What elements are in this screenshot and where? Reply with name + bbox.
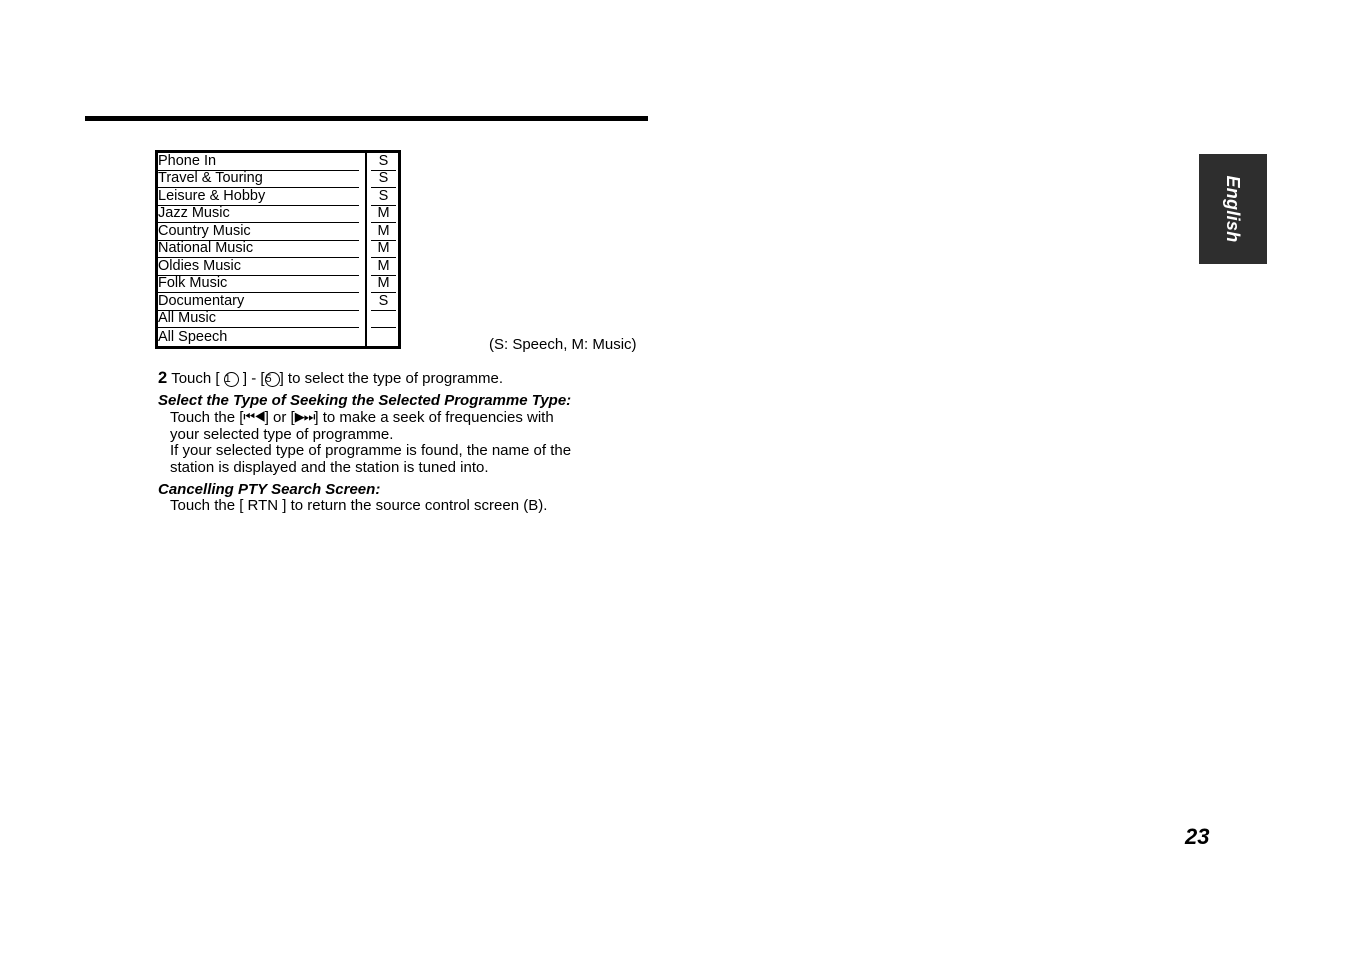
pty-kind-cell: M: [366, 276, 400, 293]
step-2-text-middle: ] - [: [242, 370, 265, 387]
pty-name-text: All Music: [158, 311, 359, 328]
seek-instruction-line-4: station is displayed and the station is …: [170, 458, 489, 476]
pty-kind-cell: M: [366, 258, 400, 276]
pty-name-text: Oldies Music: [158, 258, 359, 276]
table-row: Jazz Music M: [158, 205, 400, 223]
pty-kind-text: S: [371, 171, 396, 188]
section-heading-cancel-pty: Cancelling PTY Search Screen:: [158, 480, 381, 498]
pty-name-cell: Phone In: [158, 153, 367, 171]
pty-name-cell: All Music: [158, 310, 367, 328]
pty-kind-cell: S: [366, 171, 400, 188]
pty-name-text: Folk Music: [158, 276, 359, 293]
table-row: All Music: [158, 310, 400, 328]
pty-name-cell: Documentary: [158, 293, 367, 311]
pty-name-cell: Leisure & Hobby: [158, 188, 367, 206]
seek-instruction-line-2: your selected type of programme.: [170, 425, 394, 443]
step-2-text-before: Touch [: [171, 370, 220, 387]
pty-kind-text: M: [371, 206, 396, 223]
pty-kind-text: S: [371, 153, 396, 171]
pty-kind-cell: [366, 311, 400, 328]
pty-name-text: Travel & Touring: [158, 171, 359, 188]
cancel-instruction-line-1: Touch the [ RTN ] to return the source c…: [170, 497, 548, 515]
seek-line1-part-b: ] or [: [264, 409, 295, 427]
seek-instruction-line-1: Touch the [⏮◀] or [▶⏭] to make a seek of…: [170, 409, 798, 427]
seek-line1-part-c: ] to make a seek of frequencies with: [314, 409, 554, 427]
instructions-block: 2 Touch [ 1 ] - [5] to select the type of…: [158, 370, 798, 515]
step-2-number: 2: [158, 369, 168, 387]
table-row: Phone In S: [158, 153, 400, 171]
circled-number-1-icon: 1: [223, 372, 239, 387]
pty-kind-text: M: [371, 223, 396, 241]
pty-kind-text: [371, 330, 396, 346]
pty-kind-cell: M: [366, 223, 400, 241]
table-row: Documentary S: [158, 293, 400, 311]
language-side-tab-label: English: [1223, 175, 1244, 243]
pty-name-cell: All Speech: [158, 328, 367, 346]
circled-number-5-icon: 5: [264, 372, 280, 387]
page-number: 23: [1185, 824, 1210, 849]
seek-instruction-line-3: If your selected type of programme is fo…: [170, 442, 572, 460]
pty-name-cell: National Music: [158, 240, 367, 258]
pty-kind-text: S: [371, 188, 396, 206]
pty-kind-cell: [366, 328, 400, 346]
pty-kind-text: [371, 311, 396, 328]
table-row: National Music M: [158, 240, 400, 258]
pty-kind-text: M: [371, 276, 396, 293]
step-2-text-after: ] to select the type of programme.: [279, 370, 504, 387]
table-row: All Speech: [158, 328, 400, 346]
pty-name-text: Jazz Music: [158, 206, 359, 223]
seek-line1-part-a: Touch the [: [170, 409, 244, 427]
section-heading-seek-type: Select the Type of Seeking the Selected …: [158, 391, 572, 409]
pty-name-text: Documentary: [158, 293, 359, 311]
table-row: Leisure & Hobby S: [158, 188, 400, 206]
table-row: Travel & Touring S: [158, 170, 400, 188]
section-body-seek-type: Touch the [⏮◀] or [▶⏭] to make a seek of…: [158, 409, 798, 476]
pty-name-text: National Music: [158, 241, 359, 258]
pty-kind-text: M: [371, 258, 396, 276]
pty-name-text: Leisure & Hobby: [158, 188, 359, 206]
pty-kind-text: S: [371, 293, 396, 311]
table-row: Oldies Music M: [158, 258, 400, 276]
pty-kind-cell: S: [366, 293, 400, 311]
section-body-cancel-pty: Touch the [ RTN ] to return the source c…: [158, 498, 798, 515]
pty-kind-cell: S: [366, 153, 400, 171]
pty-name-cell: Travel & Touring: [158, 170, 367, 188]
pty-kind-cell: M: [366, 241, 400, 258]
header-rule: [85, 116, 648, 121]
pty-name-cell: Country Music: [158, 223, 367, 241]
pty-table-grid: Phone In S Travel & Touring S Leisure & Hobb…: [158, 153, 400, 346]
pty-kind-cell: M: [366, 206, 400, 223]
seek-forward-icon: ▶⏭: [294, 409, 316, 425]
pty-kind-cell: S: [366, 188, 400, 206]
pty-name-text: Phone In: [158, 153, 359, 171]
pty-name-cell: Oldies Music: [158, 258, 367, 276]
pty-name-text: All Speech: [158, 328, 228, 345]
table-row: Folk Music M: [158, 275, 400, 293]
seek-backward-icon: ⏮◀: [243, 409, 265, 425]
pty-name-cell: Jazz Music: [158, 205, 367, 223]
pty-legend: (S: Speech, M: Music): [489, 336, 637, 353]
step-2-line: 2 Touch [ 1 ] - [5] to select the type of…: [158, 370, 798, 388]
pty-kind-text: M: [371, 241, 396, 258]
language-side-tab: English: [1199, 154, 1267, 264]
pty-name-cell: Folk Music: [158, 275, 367, 293]
pty-programme-type-table: Phone In S Travel & Touring S Leisure & Hobb…: [155, 150, 401, 349]
table-row: Country Music M: [158, 223, 400, 241]
pty-name-text: Country Music: [158, 223, 359, 241]
